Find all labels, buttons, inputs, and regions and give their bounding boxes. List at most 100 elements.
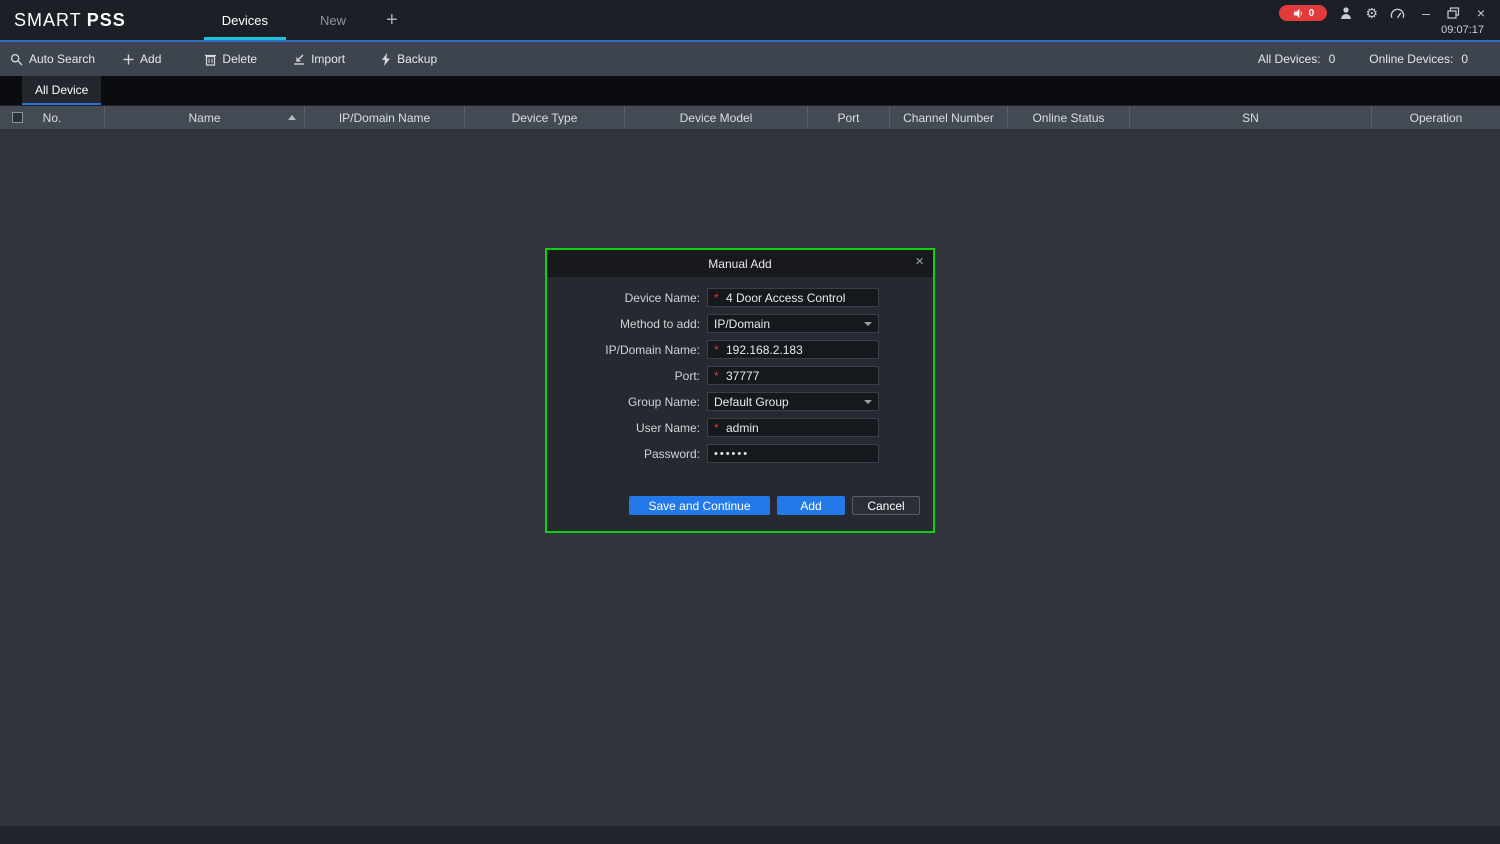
backup-button[interactable]: Backup <box>381 52 437 66</box>
port-input[interactable] <box>726 369 872 383</box>
column-device-type[interactable]: Device Type <box>465 106 625 129</box>
column-ip-domain[interactable]: IP/Domain Name <box>305 106 465 129</box>
dialog-body: Device Name: * Method to add: IP/Domain … <box>547 277 933 515</box>
save-and-continue-label: Save and Continue <box>648 499 750 513</box>
column-online-status-label: Online Status <box>1032 111 1104 125</box>
auto-search-label: Auto Search <box>29 52 95 66</box>
auto-search-button[interactable]: Auto Search <box>10 52 95 66</box>
all-devices-label: All Devices: <box>1258 52 1321 66</box>
device-toolbar: Auto Search Add Delete Import <box>0 42 1500 76</box>
group-name-value: Default Group <box>714 395 864 409</box>
alarm-badge[interactable]: 0 <box>1279 5 1327 21</box>
method-to-add-value: IP/Domain <box>714 317 864 331</box>
import-arrow-icon <box>293 53 305 65</box>
system-clock: 09:07:17 <box>1441 24 1490 36</box>
gear-icon[interactable]: ⚙ <box>1365 6 1378 20</box>
column-device-type-label: Device Type <box>512 111 578 125</box>
brand-pss: PSS <box>87 10 126 31</box>
tab-all-device[interactable]: All Device <box>22 76 101 105</box>
user-icon[interactable] <box>1339 6 1353 20</box>
required-asterisk: * <box>714 343 726 357</box>
chevron-down-icon <box>864 322 872 326</box>
tab-new-label: New <box>320 13 346 28</box>
field-row-device-name: Device Name: * <box>547 288 933 307</box>
column-no-label: No. <box>43 111 62 125</box>
dialog-button-row: Save and Continue Add Cancel <box>629 496 933 515</box>
group-name-label: Group Name: <box>547 395 707 409</box>
all-devices-count: 0 <box>1329 52 1336 66</box>
add-button-label: Add <box>800 499 821 513</box>
alarm-count: 0 <box>1309 8 1315 19</box>
add-device-button[interactable]: Add <box>123 52 161 66</box>
field-row-method: Method to add: IP/Domain <box>547 314 933 333</box>
delete-button[interactable]: Delete <box>205 52 257 66</box>
backup-label: Backup <box>397 52 437 66</box>
online-devices-label: Online Devices: <box>1369 52 1453 66</box>
column-name[interactable]: Name <box>105 106 305 129</box>
column-port-label: Port <box>837 111 859 125</box>
field-row-ip-domain: IP/Domain Name: * <box>547 340 933 359</box>
column-no[interactable]: No. <box>0 106 105 129</box>
save-and-continue-button[interactable]: Save and Continue <box>629 496 770 515</box>
method-to-add-label: Method to add: <box>547 317 707 331</box>
ip-domain-label: IP/Domain Name: <box>547 343 707 357</box>
required-asterisk: * <box>714 291 726 305</box>
ip-domain-field[interactable]: * <box>707 340 879 359</box>
port-field[interactable]: * <box>707 366 879 385</box>
column-device-model[interactable]: Device Model <box>625 106 808 129</box>
minimize-button[interactable]: – <box>1417 5 1435 21</box>
column-operation[interactable]: Operation <box>1372 106 1500 129</box>
tab-devices[interactable]: Devices <box>196 0 294 40</box>
field-row-group-name: Group Name: Default Group <box>547 392 933 411</box>
group-name-select[interactable]: Default Group <box>707 392 879 411</box>
new-tab-button[interactable]: + <box>372 0 412 40</box>
password-input[interactable] <box>714 448 872 460</box>
titlebar-right: 0 ⚙ – × 09:07:17 <box>1279 0 1500 40</box>
device-name-input[interactable] <box>726 291 872 305</box>
tab-new[interactable]: New <box>294 0 372 40</box>
cancel-button[interactable]: Cancel <box>852 496 920 515</box>
column-sn[interactable]: SN <box>1130 106 1372 129</box>
speaker-icon <box>1293 8 1304 19</box>
password-label: Password: <box>547 447 707 461</box>
field-row-user-name: User Name: * <box>547 418 933 437</box>
column-channel-number[interactable]: Channel Number <box>890 106 1008 129</box>
column-port[interactable]: Port <box>808 106 890 129</box>
dialog-title: Manual Add <box>708 257 771 271</box>
ip-domain-input[interactable] <box>726 343 872 357</box>
user-name-field[interactable]: * <box>707 418 879 437</box>
delete-label: Delete <box>222 52 257 66</box>
title-bar: SMART PSS Devices New + 0 <box>0 0 1500 40</box>
status-bar <box>0 826 1500 844</box>
close-button[interactable]: × <box>1472 5 1490 21</box>
chevron-down-icon <box>864 400 872 404</box>
tab-devices-label: Devices <box>222 13 268 28</box>
password-field[interactable] <box>707 444 879 463</box>
lightning-icon <box>381 53 391 66</box>
dialog-close-icon[interactable]: × <box>915 254 924 269</box>
restore-button[interactable] <box>1447 7 1460 19</box>
add-label: Add <box>140 52 161 66</box>
all-devices-counter: All Devices: 0 <box>1258 52 1335 66</box>
method-to-add-select[interactable]: IP/Domain <box>707 314 879 333</box>
column-online-status[interactable]: Online Status <box>1008 106 1130 129</box>
add-button[interactable]: Add <box>777 496 845 515</box>
cancel-button-label: Cancel <box>867 499 904 513</box>
import-button[interactable]: Import <box>293 52 345 66</box>
required-asterisk: * <box>714 421 726 435</box>
performance-gauge-icon[interactable] <box>1390 7 1405 20</box>
field-row-port: Port: * <box>547 366 933 385</box>
select-all-checkbox[interactable] <box>12 112 23 123</box>
sort-ascending-icon[interactable] <box>288 115 296 120</box>
search-icon <box>10 53 23 66</box>
port-label: Port: <box>547 369 707 383</box>
import-label: Import <box>311 52 345 66</box>
device-group-tabstrip: All Device <box>0 76 1500 105</box>
device-name-field[interactable]: * <box>707 288 879 307</box>
user-name-input[interactable] <box>726 421 872 435</box>
device-table-header: No. Name IP/Domain Name Device Type Devi… <box>0 105 1500 129</box>
plus-icon: + <box>386 9 398 32</box>
tab-all-device-label: All Device <box>35 83 88 97</box>
trash-icon <box>205 53 216 66</box>
user-name-label: User Name: <box>547 421 707 435</box>
